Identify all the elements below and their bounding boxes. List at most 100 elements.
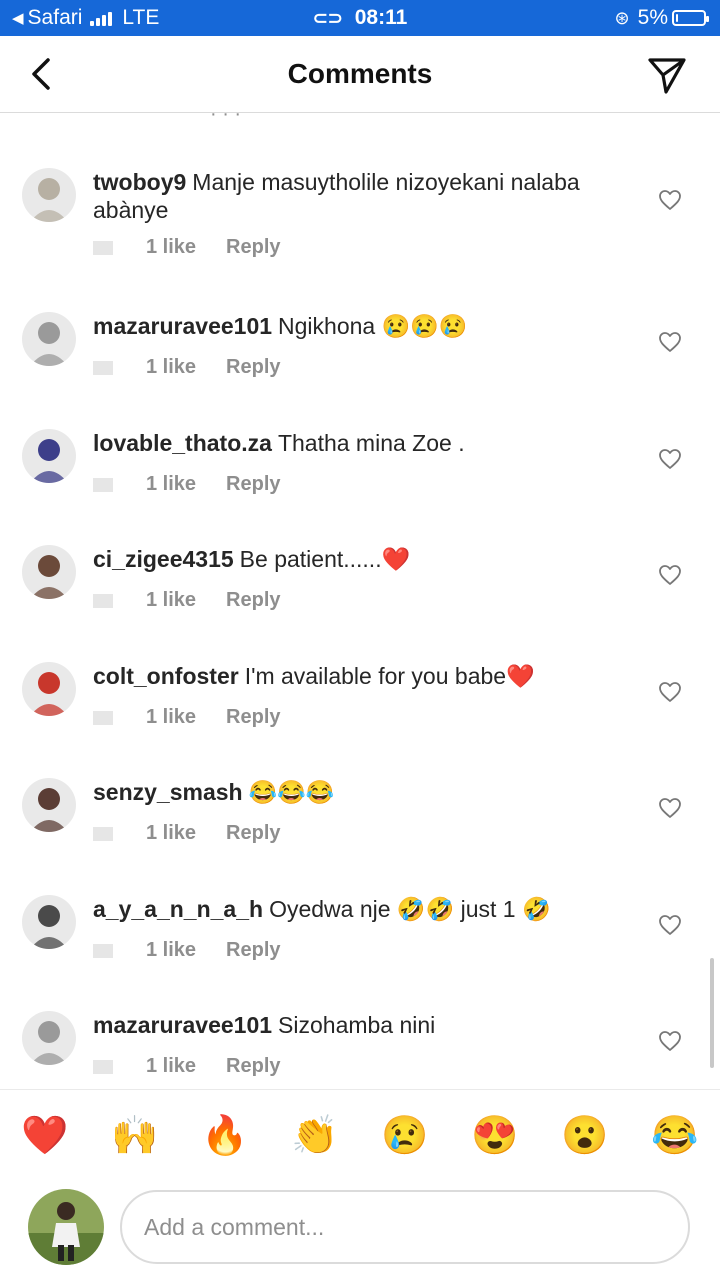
commenter-avatar[interactable] <box>22 778 76 832</box>
fire-emoji[interactable]: 🔥 <box>195 1114 255 1158</box>
reply-button[interactable]: Reply <box>226 1055 280 1078</box>
comment-body: Ngikhona 😢😢😢 <box>278 313 468 339</box>
comment-time <box>93 593 113 608</box>
comment-likes[interactable]: 1 like <box>146 939 196 962</box>
comment-likes[interactable]: 1 like <box>146 589 196 612</box>
clapping-hands-emoji[interactable]: 👏 <box>285 1114 345 1158</box>
comment-row: colt_onfoster I'm available for you babe❤… <box>0 662 720 778</box>
reply-button[interactable]: Reply <box>226 589 280 612</box>
raising-hands-emoji[interactable]: 🙌 <box>105 1114 165 1158</box>
comment-username[interactable]: colt_onfoster <box>93 663 239 689</box>
like-heart-icon[interactable] <box>658 1029 682 1053</box>
add-comment-placeholder: Add a comment... <box>144 1213 325 1240</box>
comment-username[interactable]: lovable_thato.za <box>93 430 272 456</box>
comment-meta: 1 like Reply <box>93 822 281 845</box>
surprised-face-emoji[interactable]: 😮 <box>555 1114 615 1158</box>
comment-meta: 1 like Reply <box>93 356 281 379</box>
comment-username[interactable]: twoboy9 <box>93 169 186 195</box>
like-heart-icon[interactable] <box>658 913 682 937</box>
heart-eyes-emoji[interactable]: 😍 <box>465 1114 525 1158</box>
comment-text: colt_onfoster I'm available for you babe❤… <box>93 662 633 690</box>
scrollbar[interactable] <box>710 958 714 1068</box>
comment-time <box>93 1059 113 1074</box>
comment-likes[interactable]: 1 like <box>146 1055 196 1078</box>
commenter-avatar[interactable] <box>22 545 76 599</box>
commenter-avatar[interactable] <box>22 895 76 949</box>
comment-row: twoboy9 Manje masuytholile nizoyekani nal… <box>0 168 720 284</box>
comment-row: lovable_thato.za Thatha mina Zoe . 1 like R… <box>0 429 720 545</box>
comment-body: I'm available for you babe❤️ <box>244 663 535 689</box>
page-title: Comments <box>287 58 433 89</box>
comment-row: a_y_a_n_n_a_h Oyedwa nje 🤣🤣 just 1 🤣 1 lik… <box>0 895 720 1011</box>
comment-time <box>93 710 113 725</box>
comment-row: mazaruravee101 Sizohamba nini 1 like Reply <box>0 1011 720 1089</box>
link-icon: ⊂⊃ <box>312 8 343 28</box>
comment-text: mazaruravee101 Sizohamba nini <box>93 1011 633 1039</box>
comment-body: Be patient......❤️ <box>239 546 411 572</box>
reply-button[interactable]: Reply <box>226 939 280 962</box>
comment-likes[interactable]: 1 like <box>146 822 196 845</box>
like-heart-icon[interactable] <box>658 680 682 704</box>
comment-row: ci_zigee4315 Be patient......❤️ 1 like Repl… <box>0 545 720 661</box>
comment-time <box>93 943 113 958</box>
comment-composer: Add a comment... <box>0 1182 720 1280</box>
comment-list[interactable]: · · · twoboy9 Manje masuytholile nizoyeka… <box>0 113 720 1089</box>
comment-username[interactable]: ci_zigee4315 <box>93 546 234 572</box>
comment-likes[interactable]: 1 like <box>146 473 196 496</box>
comment-time <box>93 826 113 841</box>
comment-username[interactable]: mazaruravee101 <box>93 1012 272 1038</box>
comment-body: Thatha mina Zoe . <box>277 430 465 456</box>
comment-text: lovable_thato.za Thatha mina Zoe . <box>93 429 633 457</box>
comment-text: senzy_smash 😂😂😂 <box>93 778 633 806</box>
reply-button[interactable]: Reply <box>226 822 280 845</box>
comment-meta: 1 like Reply <box>93 236 281 259</box>
comment-body: Oyedwa nje 🤣🤣 just 1 🤣 <box>269 896 551 922</box>
comment-username[interactable]: senzy_smash <box>93 779 243 805</box>
tears-of-joy-emoji[interactable]: 😂 <box>645 1114 705 1158</box>
like-heart-icon[interactable] <box>658 447 682 471</box>
comment-text: ci_zigee4315 Be patient......❤️ <box>93 545 633 573</box>
commenter-avatar[interactable] <box>22 662 76 716</box>
crying-face-emoji[interactable]: 😢 <box>375 1114 435 1158</box>
comment-body: Sizohamba nini <box>278 1012 436 1038</box>
comment-text: twoboy9 Manje masuytholile nizoyekani nal… <box>93 168 633 224</box>
partial-meta-row: · · · <box>210 113 242 125</box>
reply-button[interactable]: Reply <box>226 473 280 496</box>
emoji-reaction-bar: ❤️ 🙌 🔥 👏 😢 😍 😮 😂 <box>0 1089 720 1182</box>
like-heart-icon[interactable] <box>658 330 682 354</box>
like-heart-icon[interactable] <box>658 563 682 587</box>
commenter-avatar[interactable] <box>22 1011 76 1065</box>
comment-text: mazaruravee101 Ngikhona 😢😢😢 <box>93 312 633 340</box>
reply-button[interactable]: Reply <box>226 706 280 729</box>
comment-meta: 1 like Reply <box>93 589 281 612</box>
comment-meta: 1 like Reply <box>93 939 281 962</box>
comment-time <box>93 240 113 255</box>
reply-button[interactable]: Reply <box>226 356 280 379</box>
comment-meta: 1 like Reply <box>93 1055 281 1078</box>
comment-username[interactable]: mazaruravee101 <box>93 313 272 339</box>
like-heart-icon[interactable] <box>658 796 682 820</box>
orientation-lock-icon: ⊛ <box>614 7 630 28</box>
comment-row: mazaruravee101 Ngikhona 😢😢😢 1 like Reply <box>0 312 720 428</box>
clock: 08:11 <box>354 6 408 29</box>
comment-text: a_y_a_n_n_a_h Oyedwa nje 🤣🤣 just 1 🤣 <box>93 895 633 923</box>
direct-send-icon[interactable] <box>646 54 688 96</box>
add-comment-input[interactable]: Add a comment... <box>120 1190 690 1264</box>
red-heart-emoji[interactable]: ❤️ <box>15 1114 75 1158</box>
battery-icon <box>672 10 709 26</box>
comment-body: 😂😂😂 <box>248 779 335 805</box>
comment-row: senzy_smash 😂😂😂 1 like Reply <box>0 778 720 894</box>
like-heart-icon[interactable] <box>658 188 682 212</box>
battery-percent: 5% <box>637 6 668 29</box>
commenter-avatar[interactable] <box>22 168 76 222</box>
comment-likes[interactable]: 1 like <box>146 706 196 729</box>
comment-username[interactable]: a_y_a_n_n_a_h <box>93 896 263 922</box>
current-user-avatar <box>28 1189 104 1265</box>
commenter-avatar[interactable] <box>22 429 76 483</box>
comment-likes[interactable]: 1 like <box>146 356 196 379</box>
commenter-avatar[interactable] <box>22 312 76 366</box>
reply-button[interactable]: Reply <box>226 236 280 259</box>
status-bar: ◀ Safari LTE ⊂⊃ 08:11 ⊛ 5% <box>0 0 720 36</box>
comment-likes[interactable]: 1 like <box>146 236 196 259</box>
comment-time <box>93 477 113 492</box>
